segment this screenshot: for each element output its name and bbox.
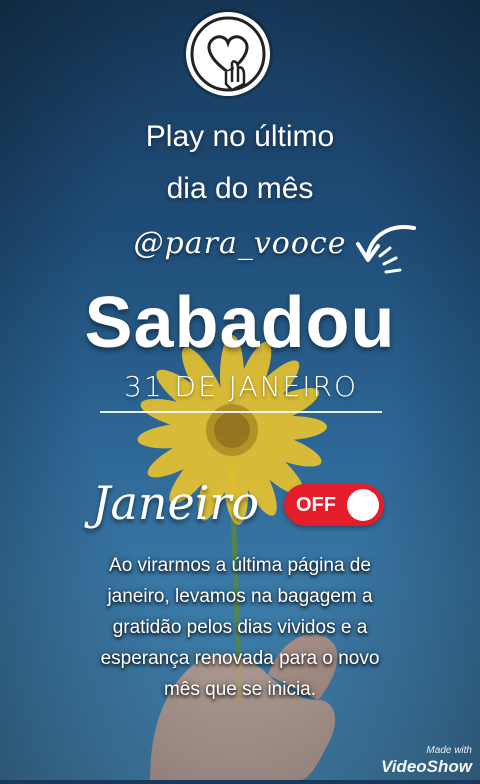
heart-touch-icon[interactable]	[186, 12, 270, 96]
date-underline	[100, 411, 382, 413]
headline-line-2: dia do mês	[166, 172, 314, 205]
month-label: Janeiro	[92, 476, 260, 530]
curved-arrow-icon	[356, 225, 416, 274]
date-label: 31 DE JANEIRO	[124, 370, 358, 403]
message-line: mês que se inicia.	[163, 679, 317, 700]
message-paragraph: Ao virarmos a última página de janeiro, …	[50, 550, 430, 705]
headline-line-1: Play no último	[145, 120, 335, 153]
message-line: gratidão pelos dias vividos e a	[112, 617, 368, 638]
watermark-brand: VideoShow	[381, 757, 472, 776]
day-title: Sabadou	[84, 283, 396, 363]
message-line: janeiro, levamos na bagagem a	[107, 586, 373, 607]
watermark-made-with: Made with	[426, 745, 472, 756]
toggle-label: OFF	[296, 494, 336, 516]
month-toggle[interactable]: OFF	[284, 484, 384, 526]
message-line: Ao virarmos a última página de	[109, 555, 371, 576]
message-line: esperança renovada para o novo	[100, 648, 380, 669]
toggle-knob	[347, 489, 379, 521]
